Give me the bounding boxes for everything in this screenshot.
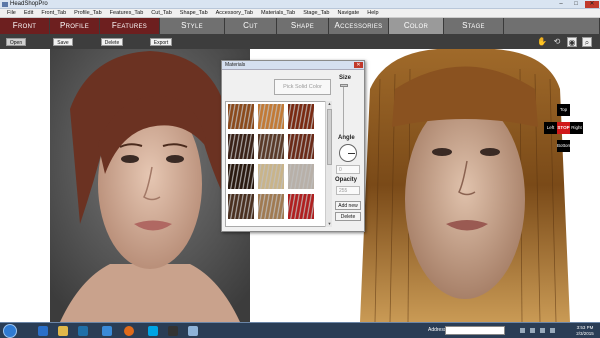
model-preview: [360, 49, 570, 322]
delete-material-button[interactable]: Delete: [335, 212, 361, 221]
materials-title: Materials: [225, 62, 246, 68]
material-swatch[interactable]: [228, 134, 254, 159]
camera-nav-pad: Top Left STOP Right Bottom: [544, 104, 583, 152]
ie-icon[interactable]: [38, 326, 48, 336]
material-swatch[interactable]: [228, 104, 254, 129]
opacity-value-field[interactable]: 255: [336, 186, 360, 195]
add-new-button[interactable]: Add new: [335, 201, 361, 210]
pick-solid-color-button[interactable]: Pick Solid Color: [274, 79, 331, 95]
material-swatch[interactable]: [258, 104, 284, 129]
materials-window: Materials ✕ Pick Solid Color ▲ ▼ Size An…: [221, 60, 365, 232]
start-button[interactable]: [3, 324, 17, 338]
angle-label: Angle: [338, 135, 355, 141]
app-icon[interactable]: [102, 326, 112, 336]
hair-material-grid: [225, 101, 329, 227]
camera-icon[interactable]: ◉: [567, 37, 577, 47]
windows-taskbar: Address 3:53 PM 2/3/2015: [0, 322, 600, 338]
address-input[interactable]: [445, 326, 505, 335]
open-button[interactable]: Open: [6, 38, 26, 46]
material-swatch[interactable]: [258, 164, 284, 189]
firefox-icon[interactable]: [124, 326, 134, 336]
menu-bar: File Edit Front_Tab Profile_Tab Features…: [0, 9, 600, 18]
headshop-taskbar-icon[interactable]: [188, 326, 198, 336]
clock-date: 2/3/2015: [576, 331, 594, 336]
app-icon: [2, 2, 8, 7]
tab-strip-filler: [504, 18, 600, 34]
folder-icon[interactable]: [58, 326, 68, 336]
system-clock[interactable]: 3:53 PM 2/3/2015: [572, 325, 598, 337]
material-swatch[interactable]: [228, 164, 254, 189]
nav-top-button[interactable]: Top: [557, 104, 570, 116]
address-label: Address: [428, 327, 447, 333]
tab-accessories[interactable]: Accessories: [329, 18, 389, 34]
skype-icon[interactable]: [148, 326, 158, 336]
menu-materials-tab[interactable]: Materials_Tab: [257, 9, 299, 18]
material-swatch[interactable]: [258, 194, 284, 219]
materials-title-bar[interactable]: Materials ✕: [222, 61, 364, 70]
menu-accessory-tab[interactable]: Accessory_Tab: [212, 9, 257, 18]
tray-icon[interactable]: [530, 328, 535, 333]
menu-cut-tab[interactable]: Cut_Tab: [147, 9, 176, 18]
nav-bottom-button[interactable]: Bottom: [557, 140, 571, 152]
reference-photo: [50, 49, 250, 322]
close-button[interactable]: ✕: [585, 1, 599, 8]
tab-features[interactable]: Features: [100, 18, 160, 34]
delete-button[interactable]: Delete: [101, 38, 123, 46]
tab-shape[interactable]: Shape: [277, 18, 329, 34]
app-window: HeadShopPro – □ ✕ File Edit Front_Tab Pr…: [0, 0, 600, 338]
nav-left-button[interactable]: Left: [544, 122, 557, 134]
tab-style[interactable]: Style: [160, 18, 225, 34]
menu-profile-tab[interactable]: Profile_Tab: [70, 9, 106, 18]
zoom-icon[interactable]: ⌕: [582, 37, 592, 47]
menu-edit[interactable]: Edit: [20, 9, 37, 18]
material-swatch[interactable]: [288, 134, 314, 159]
material-swatch[interactable]: [288, 104, 314, 129]
angle-dial-indicator: [348, 153, 355, 154]
reference-face-image: [50, 49, 250, 322]
hair-model-image: [360, 49, 570, 322]
material-swatch[interactable]: [228, 194, 254, 219]
material-swatch[interactable]: [288, 194, 314, 219]
nav-stop-button[interactable]: STOP: [557, 122, 570, 134]
scrollbar-thumb[interactable]: [327, 109, 332, 165]
minimize-button[interactable]: –: [554, 1, 568, 8]
toolbar: Open Save Delete Export ✋ ⟲ ◉ ⌕: [0, 34, 600, 49]
scroll-up-icon[interactable]: ▲: [326, 101, 333, 107]
export-button[interactable]: Export: [150, 38, 172, 46]
volume-icon[interactable]: [550, 328, 555, 333]
media-player-icon[interactable]: [168, 326, 178, 336]
tray-icon[interactable]: [520, 328, 525, 333]
menu-front-tab[interactable]: Front_Tab: [37, 9, 70, 18]
angle-dial[interactable]: [339, 144, 357, 162]
angle-value-field[interactable]: 0: [336, 165, 360, 174]
tab-stage[interactable]: Stage: [444, 18, 504, 34]
opacity-label: Opacity: [335, 177, 358, 183]
material-swatch[interactable]: [258, 134, 284, 159]
menu-help[interactable]: Help: [363, 9, 382, 18]
nav-right-button[interactable]: Right: [570, 122, 583, 134]
materials-close-button[interactable]: ✕: [354, 62, 363, 68]
hand-icon[interactable]: ✋: [537, 37, 547, 47]
maximize-button[interactable]: □: [569, 1, 583, 8]
main-tab-strip: Front Profile Features Style Cut Shape A…: [0, 18, 600, 34]
tab-profile[interactable]: Profile: [50, 18, 100, 34]
menu-navigate[interactable]: Navigate: [334, 9, 364, 18]
menu-file[interactable]: File: [3, 9, 20, 18]
tab-front[interactable]: Front: [0, 18, 50, 34]
rotate-icon[interactable]: ⟲: [552, 37, 562, 47]
tab-cut[interactable]: Cut: [225, 18, 277, 34]
network-icon[interactable]: [540, 328, 545, 333]
save-button[interactable]: Save: [53, 38, 73, 46]
size-slider-knob[interactable]: [340, 84, 348, 87]
size-slider[interactable]: [340, 84, 348, 136]
tab-color[interactable]: Color: [389, 18, 444, 34]
material-swatch[interactable]: [288, 164, 314, 189]
menu-stage-tab[interactable]: Stage_Tab: [299, 9, 333, 18]
photoshop-icon[interactable]: [78, 326, 88, 336]
menu-features-tab[interactable]: Features_Tab: [106, 9, 148, 18]
menu-shape-tab[interactable]: Shape_Tab: [176, 9, 212, 18]
material-grid-scrollbar[interactable]: ▲ ▼: [325, 101, 332, 227]
scroll-down-icon[interactable]: ▼: [326, 221, 333, 227]
size-label: Size: [339, 75, 352, 81]
